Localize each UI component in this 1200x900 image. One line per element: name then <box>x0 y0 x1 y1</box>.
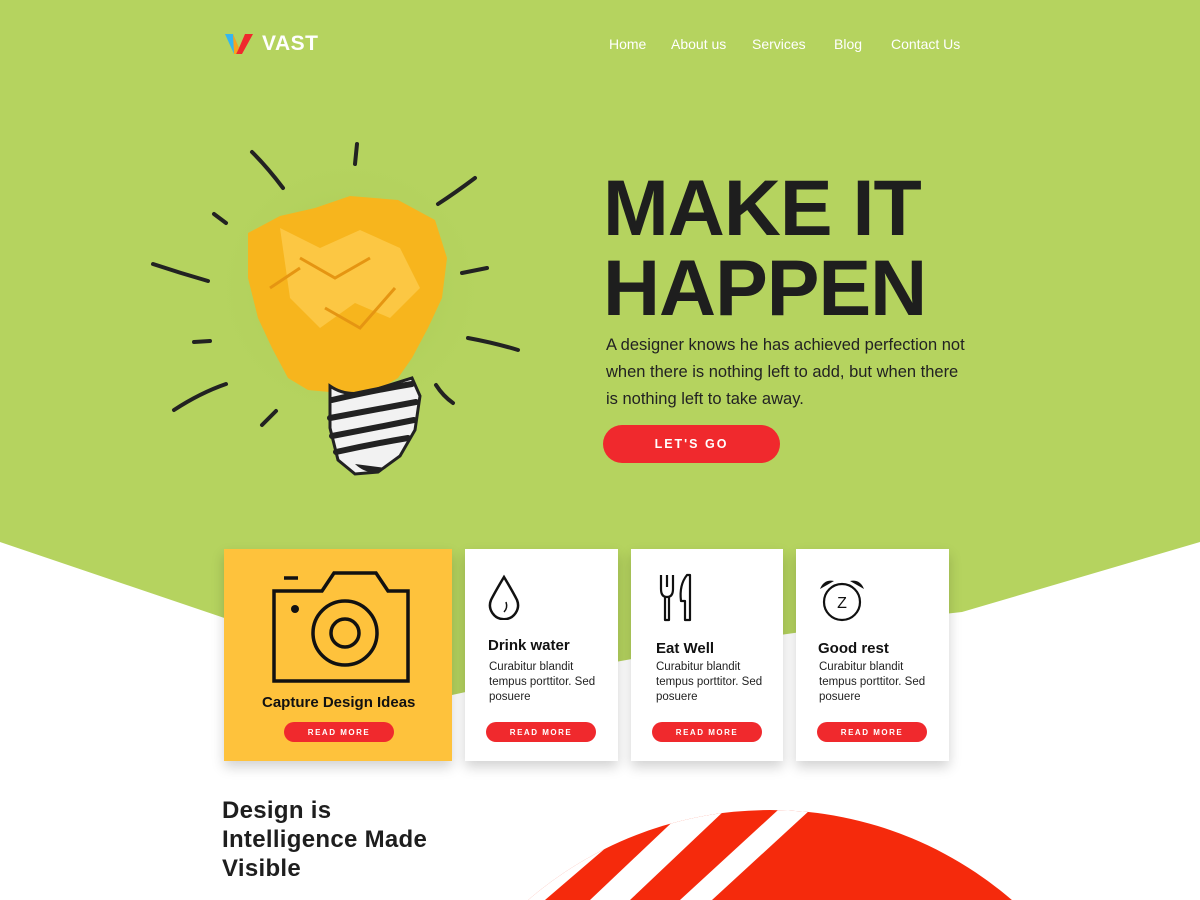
nav-about-us[interactable]: About us <box>671 36 726 52</box>
fork-knife-icon <box>659 573 692 622</box>
card-eat-well[interactable]: Eat Well Curabitur blandit tempus portti… <box>631 549 783 761</box>
brand-name: VAST <box>262 32 319 55</box>
hero-quote: A designer knows he has achieved perfect… <box>606 336 965 408</box>
svg-text:Z: Z <box>837 595 847 612</box>
card-drink-water[interactable]: Drink water Curabitur blandit tempus por… <box>465 549 618 761</box>
read-more-button[interactable]: READ MORE <box>817 722 927 742</box>
hero-headline-line2: HAPPEN <box>603 243 927 332</box>
alarm-clock-icon: Z <box>820 580 864 622</box>
hero-headline-line1: MAKE IT <box>603 163 922 252</box>
brand-logo[interactable]: VAST <box>224 32 318 56</box>
lets-go-button[interactable]: LET'S GO <box>603 425 780 463</box>
striped-circle-graphic <box>480 810 1040 900</box>
logo-v-icon <box>225 34 253 54</box>
card-title: Capture Design Ideas <box>262 694 416 711</box>
card-capture-design-ideas[interactable]: Capture Design Ideas READ MORE <box>224 549 452 761</box>
card-good-rest[interactable]: Z Good rest Curabitur blandit tempus por… <box>796 549 949 761</box>
card-title: Drink water <box>488 637 570 654</box>
read-more-button[interactable]: READ MORE <box>652 722 762 742</box>
hero-headline: MAKE IT HAPPEN <box>603 168 1023 328</box>
card-body: Curabitur blandit tempus porttitor. Sed … <box>656 661 763 703</box>
lightbulb-illustration <box>151 142 520 476</box>
main-nav: Home About us Services Blog Contact Us <box>600 36 970 56</box>
water-drop-icon <box>488 574 520 620</box>
nav-blog[interactable]: Blog <box>834 36 862 52</box>
camera-icon <box>272 571 410 683</box>
nav-contact-us[interactable]: Contact Us <box>891 36 960 52</box>
card-title: Eat Well <box>656 640 715 657</box>
nav-services[interactable]: Services <box>752 36 806 52</box>
read-more-button[interactable]: READ MORE <box>486 722 596 742</box>
card-body: Curabitur blandit tempus porttitor. Sed … <box>489 661 596 703</box>
section-title: Design is Intelligence Made Visible <box>222 797 428 882</box>
read-more-button[interactable]: READ MORE <box>284 722 394 742</box>
nav-home[interactable]: Home <box>609 36 646 52</box>
card-body: Curabitur blandit tempus porttitor. Sed … <box>819 661 926 703</box>
card-title: Good rest <box>818 640 889 657</box>
